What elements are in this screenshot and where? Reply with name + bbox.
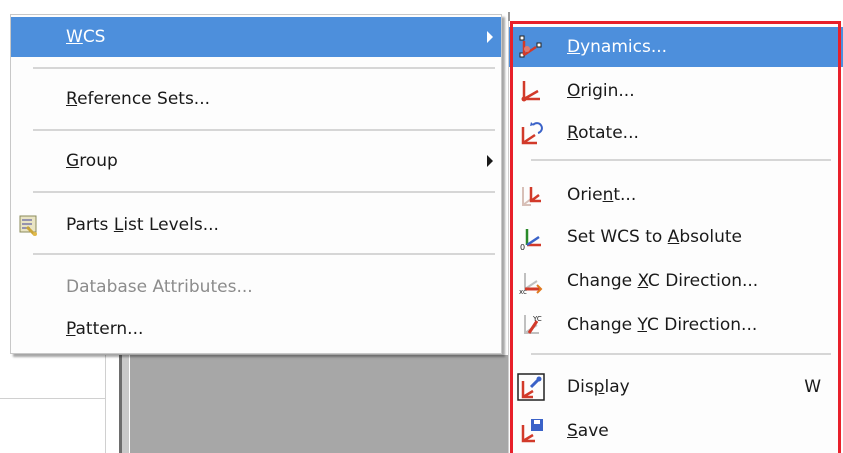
xc-direction-icon: xc <box>517 267 545 295</box>
submenu-item-dynamics[interactable]: Dynamics... <box>509 27 843 67</box>
menu-item-label: Parts List Levels... <box>66 215 219 235</box>
menu-item-label: WCS <box>66 27 106 47</box>
format-menu: WCS Reference Sets... Group Parts List L… <box>10 14 502 354</box>
submenu-item-save[interactable]: Save <box>509 411 843 451</box>
submenu-item-label: Orient... <box>567 185 637 205</box>
menu-item-label: Reference Sets... <box>66 89 211 109</box>
submenu-item-display[interactable]: Display W <box>509 367 843 407</box>
submenu-item-change-xc[interactable]: xc Change XC Direction... <box>509 261 843 301</box>
save-icon <box>517 417 545 445</box>
menu-item-pattern[interactable]: Pattern... <box>11 309 501 349</box>
submenu-item-label: Set WCS to Absolute <box>567 227 742 247</box>
menu-separator <box>33 67 495 69</box>
menu-item-reference-sets[interactable]: Reference Sets... <box>11 79 501 119</box>
submenu-item-origin[interactable]: Origin... <box>509 71 843 111</box>
submenu-item-label: Dynamics... <box>567 37 668 57</box>
submenu-top-edge <box>508 12 843 21</box>
submenu-item-label: Rotate... <box>567 123 639 143</box>
submenu-item-set-wcs-absolute[interactable]: 0 Set WCS to Absolute <box>509 217 843 257</box>
absolute-icon: 0 <box>517 223 545 251</box>
background-panel <box>0 355 125 453</box>
submenu-item-label: Origin... <box>567 81 635 101</box>
menu-item-label: Database Attributes... <box>66 277 253 297</box>
display-icon <box>517 373 545 401</box>
submenu-item-change-yc[interactable]: YC Change YC Direction... <box>509 305 843 345</box>
shortcut-label: W <box>804 377 821 397</box>
menu-separator <box>531 353 831 355</box>
menu-separator <box>33 129 495 131</box>
svg-text:YC: YC <box>532 315 542 323</box>
svg-text:xc: xc <box>519 288 527 295</box>
rotate-icon <box>517 119 545 147</box>
parts-list-icon <box>17 213 41 237</box>
submenu-item-label: Change XC Direction... <box>567 271 759 291</box>
menu-item-label: Pattern... <box>66 319 144 339</box>
window-top-strip <box>0 0 843 10</box>
orient-icon <box>517 181 545 209</box>
submenu-item-label: Display <box>567 377 630 397</box>
submenu-arrow-icon <box>487 155 493 167</box>
background-grid-line <box>105 355 106 453</box>
menu-item-label: Group <box>66 151 118 171</box>
menu-item-database-attributes: Database Attributes... <box>11 267 501 307</box>
origin-icon <box>517 77 545 105</box>
submenu-arrow-icon <box>487 31 493 43</box>
menu-item-wcs[interactable]: WCS <box>11 17 501 57</box>
submenu-item-label: Save <box>567 421 609 441</box>
yc-direction-icon: YC <box>517 311 545 339</box>
dynamics-icon <box>517 33 545 61</box>
submenu-item-rotate[interactable]: Rotate... <box>509 113 843 153</box>
svg-text:0: 0 <box>520 243 525 251</box>
menu-separator <box>33 253 495 255</box>
pane-splitter[interactable] <box>119 355 129 453</box>
menu-separator <box>33 191 495 193</box>
submenu-item-orient[interactable]: Orient... <box>509 175 843 215</box>
graphics-area <box>130 355 510 453</box>
submenu-item-label: Change YC Direction... <box>567 315 758 335</box>
menu-item-group[interactable]: Group <box>11 141 501 181</box>
menu-separator <box>531 159 831 161</box>
menu-item-parts-list-levels[interactable]: Parts List Levels... <box>11 205 501 245</box>
wcs-submenu: Dynamics... Origin... Rotate... Orient..… <box>508 21 843 453</box>
background-grid-line <box>0 398 105 399</box>
